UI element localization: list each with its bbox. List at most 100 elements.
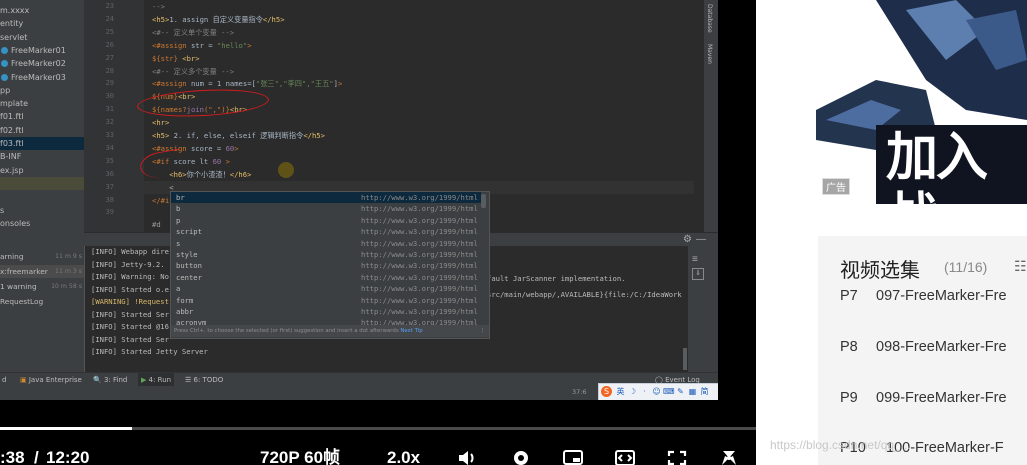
- completion-item[interactable]: style http://www.w3.org/1999/html: [171, 249, 481, 260]
- code-token: 2. if, else, elseif 逻辑判断指令: [169, 131, 304, 140]
- tree-item[interactable]: servlet: [0, 31, 27, 44]
- tree-item[interactable]: FreeMarker03: [0, 71, 66, 84]
- console-overflow-text: fault JarScanner implementation. src/main…: [487, 273, 687, 303]
- completion-item[interactable]: br http://www.w3.org/1999/html: [171, 192, 481, 204]
- danmaku-icon[interactable]: [718, 449, 740, 465]
- tool-tab-todo: ☰ 6: TODO: [185, 376, 224, 384]
- completion-item-namespace: http://www.w3.org/1999/html: [361, 227, 478, 237]
- completion-item[interactable]: abbr http://www.w3.org/1999/html: [171, 306, 481, 317]
- run-tree-item[interactable]: arning 11 m 9 s: [0, 250, 84, 263]
- editor-gutter: 23 24 25 26 27 28 29 30 31 32 33 34 35 36 37 38 39: [84, 0, 144, 232]
- completion-item-namespace: http://www.w3.org/1999/html: [361, 307, 478, 316]
- line-number: 36: [105, 169, 114, 178]
- completion-item-namespace: http://www.w3.org/1999/html: [361, 250, 478, 259]
- line-number: 30: [105, 92, 114, 101]
- speed-button[interactable]: 2.0x: [387, 449, 420, 465]
- fullscreen-icon[interactable]: [666, 449, 688, 465]
- line-number: 28: [105, 66, 114, 75]
- tree-item-label: ex.jsp: [0, 165, 24, 175]
- java-ee-icon: ▣: [20, 376, 29, 384]
- completion-item-namespace: http://www.w3.org/1999/html: [361, 215, 478, 225]
- completion-item-name: abbr: [176, 307, 194, 316]
- completion-item[interactable]: b http://www.w3.org/1999/html: [171, 203, 481, 214]
- class-icon: [1, 60, 8, 68]
- ad-headline: 加入战: [886, 128, 988, 204]
- tree-item[interactable]: onsoles: [0, 217, 30, 230]
- console-line: [INFO] Started o.e: [91, 284, 169, 294]
- completion-item-name: b: [176, 204, 181, 214]
- completion-item-namespace: http://www.w3.org/1999/html: [361, 204, 478, 214]
- tree-item[interactable]: FreeMarker02: [0, 57, 66, 70]
- run-tree-label: 1 warning: [0, 282, 37, 291]
- console-line: [INFO] Started Ser: [91, 309, 169, 319]
- console-scrollbar: [683, 348, 687, 370]
- completion-item[interactable]: script http://www.w3.org/1999/html: [171, 226, 481, 237]
- playlist-item[interactable]: P9 099-FreeMarker-Fre: [840, 390, 1007, 406]
- tool-tab-run: ▶ 4: Run: [138, 373, 175, 387]
- code-line: <h5> 2. if, else, elseif 逻辑判断指令</h5>: [152, 129, 325, 142]
- class-icon: [1, 46, 8, 54]
- line-number: 33: [105, 131, 114, 139]
- tree-item[interactable]: f02.ftl: [0, 124, 24, 137]
- tree-item[interactable]: FreeMarker01: [0, 44, 66, 57]
- code-token: </h5>: [303, 131, 325, 140]
- playlist-item[interactable]: P8 098-FreeMarker-Fre: [840, 339, 1007, 355]
- code-token: "张三","李四","王五": [255, 79, 334, 89]
- code-token: "hello": [216, 40, 248, 50]
- database-tab: Database: [706, 4, 713, 33]
- completion-item-name: a: [176, 284, 181, 294]
- completion-item[interactable]: form http://www.w3.org/1999/html: [171, 295, 481, 306]
- completion-item-name: s: [176, 238, 181, 248]
- tree-item[interactable]: entity: [0, 17, 23, 30]
- volume-icon[interactable]: [457, 449, 479, 465]
- code-token: <#-- 定义多个变量 -->: [152, 66, 235, 76]
- ide-screen: m.xxxx entity servlet FreeMarker01 FreeMarke…: [0, 0, 718, 400]
- console-line: [INFO] Jetty-9.2.: [91, 259, 165, 269]
- list-view-icon[interactable]: ☷: [1014, 258, 1027, 275]
- tree-item[interactable]: f01.ftl: [0, 110, 24, 123]
- playlist-item[interactable]: P7 097-FreeMarker-Fre: [840, 288, 1007, 304]
- completion-item-namespace: http://www.w3.org/1999/html: [361, 193, 478, 202]
- line-number: 25: [105, 27, 114, 36]
- simplified-icon: 简: [700, 387, 709, 396]
- side-tool-strip: Database Maven: [704, 0, 718, 232]
- code-token: 60: [225, 143, 235, 153]
- run-tree-item[interactable]: RequestLog: [0, 295, 84, 308]
- tree-item[interactable]: ex.jsp: [0, 164, 24, 177]
- widescreen-icon[interactable]: [614, 449, 636, 465]
- tree-item[interactable]: m.xxxx: [0, 4, 29, 17]
- line-number: 23: [105, 2, 114, 10]
- find-icon: 🔍: [93, 376, 102, 384]
- run-tree-item[interactable]: x:freemarker 11 m 3 s: [0, 265, 84, 278]
- completion-item[interactable]: button http://www.w3.org/1999/html: [171, 260, 481, 271]
- settings-icon[interactable]: [510, 449, 532, 465]
- pip-icon[interactable]: [562, 449, 584, 465]
- ad-thumbnail[interactable]: 加入战 广告: [816, 0, 1027, 204]
- completion-item-namespace: http://www.w3.org/1999/html: [361, 261, 478, 271]
- completion-popup: br http://www.w3.org/1999/html b http://www…: [170, 191, 490, 339]
- playlist-count: (11/16): [944, 259, 988, 275]
- completion-item-namespace: http://www.w3.org/1999/html: [361, 295, 478, 305]
- tree-item[interactable]: [0, 176, 84, 190]
- console-line: fault JarScanner implementation.: [487, 274, 626, 283]
- completion-item[interactable]: p http://www.w3.org/1999/html: [171, 215, 481, 226]
- completion-item[interactable]: a http://www.w3.org/1999/html: [171, 283, 481, 294]
- tree-item[interactable]: f03.ftl: [0, 137, 84, 150]
- run-tree-time: 11 m 3 s: [55, 268, 82, 275]
- completion-item[interactable]: center http://www.w3.org/1999/html: [171, 272, 481, 283]
- video-player[interactable]: m.xxxx entity servlet FreeMarker01 FreeMarke…: [0, 0, 756, 465]
- code-line: <#-- 定义单个变量 -->: [152, 26, 234, 39]
- console-line: [INFO] Started Jetty Server: [91, 347, 208, 356]
- run-tree-item[interactable]: 1 warning 10 m 58 s: [0, 280, 84, 293]
- tree-item[interactable]: B-INF: [0, 150, 21, 163]
- tree-item[interactable]: mplate: [0, 97, 28, 110]
- quality-button[interactable]: 720P 60帧: [260, 449, 340, 465]
- completion-item[interactable]: s http://www.w3.org/1999/html: [171, 238, 481, 249]
- line-number: 32: [105, 118, 114, 127]
- run-tree-time: 10 m 58 s: [51, 283, 82, 290]
- tree-item[interactable]: s: [0, 204, 4, 217]
- completion-item-name: style: [176, 250, 198, 259]
- completion-item-name: br: [176, 193, 185, 202]
- code-token: num = 1 names=[: [190, 79, 256, 89]
- tree-item[interactable]: pp: [0, 84, 10, 97]
